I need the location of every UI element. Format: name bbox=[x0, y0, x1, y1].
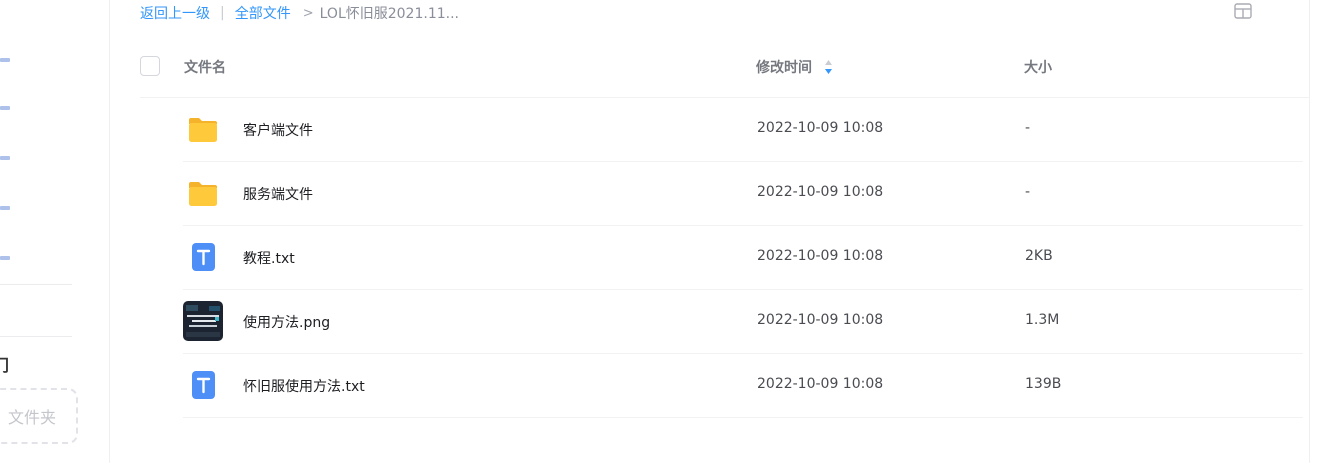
new-folder-button[interactable]: 文件夹 bbox=[0, 388, 78, 444]
file-name[interactable]: 怀旧服使用方法.txt bbox=[243, 376, 365, 396]
sidebar-item-fragment[interactable] bbox=[0, 206, 10, 210]
image-thumbnail bbox=[183, 301, 223, 341]
file-modified-time: 2022-10-09 10:08 bbox=[757, 312, 884, 328]
table-row[interactable]: 使用方法.png 2022-10-09 10:08 1.3M bbox=[183, 290, 1303, 354]
column-header-size[interactable]: 大小 bbox=[1024, 57, 1052, 77]
breadcrumb-current: LOL怀旧服2021.11... bbox=[319, 6, 459, 22]
folder-icon bbox=[189, 118, 217, 142]
file-name[interactable]: 使用方法.png bbox=[243, 312, 330, 332]
file-modified-time: 2022-10-09 10:08 bbox=[757, 120, 884, 136]
main-panel: 返回上一级 | 全部文件 > LOL怀旧服2021.11... 文件名 修改时间… bbox=[110, 0, 1310, 463]
txt-file-icon bbox=[192, 371, 215, 399]
breadcrumb-separator: | bbox=[220, 5, 225, 21]
table-row[interactable]: 服务端文件 2022-10-09 10:08 - bbox=[183, 162, 1303, 226]
sidebar-divider bbox=[0, 336, 72, 337]
table-row[interactable]: 教程.txt 2022-10-09 10:08 2KB bbox=[183, 226, 1303, 290]
file-size: - bbox=[1025, 120, 1031, 136]
table-row[interactable]: 怀旧服使用方法.txt 2022-10-09 10:08 139B bbox=[183, 354, 1303, 418]
file-modified-time: 2022-10-09 10:08 bbox=[757, 376, 884, 392]
file-size: 139B bbox=[1025, 376, 1062, 392]
folder-icon bbox=[189, 182, 217, 206]
breadcrumb-arrow-icon: > bbox=[302, 5, 314, 21]
file-modified-time: 2022-10-09 10:08 bbox=[757, 184, 884, 200]
view-toggle-icon[interactable] bbox=[1234, 3, 1252, 19]
file-size: 1.3M bbox=[1025, 312, 1060, 328]
back-link[interactable]: 返回上一级 bbox=[140, 3, 210, 23]
txt-file-icon bbox=[192, 243, 215, 271]
sidebar-item-fragment[interactable] bbox=[0, 256, 10, 260]
sort-icon[interactable] bbox=[824, 59, 833, 75]
column-header-modified[interactable]: 修改时间 bbox=[756, 57, 833, 77]
select-all-checkbox[interactable] bbox=[140, 56, 160, 76]
column-header-modified-label: 修改时间 bbox=[756, 60, 812, 76]
sidebar-item-fragment[interactable] bbox=[0, 156, 10, 160]
file-name[interactable]: 服务端文件 bbox=[243, 184, 313, 204]
sidebar: 门 文件夹 bbox=[0, 0, 110, 463]
file-manager-page: 门 文件夹 返回上一级 | 全部文件 > LOL怀旧服2021.11... 文件… bbox=[0, 0, 1322, 463]
file-modified-time: 2022-10-09 10:08 bbox=[757, 248, 884, 264]
sidebar-section-heading: 门 bbox=[0, 352, 9, 376]
table-header: 文件名 修改时间 大小 bbox=[140, 48, 1310, 98]
all-files-link[interactable]: 全部文件 bbox=[235, 3, 291, 23]
file-name[interactable]: 教程.txt bbox=[243, 248, 295, 268]
file-size: - bbox=[1025, 184, 1031, 200]
sidebar-item-fragment[interactable] bbox=[0, 58, 10, 62]
file-size: 2KB bbox=[1025, 248, 1053, 264]
sidebar-divider bbox=[0, 284, 72, 285]
breadcrumb: 返回上一级 | 全部文件 > LOL怀旧服2021.11... bbox=[140, 4, 459, 22]
new-folder-label: 文件夹 bbox=[7, 408, 56, 427]
table-row[interactable]: 客户端文件 2022-10-09 10:08 - bbox=[183, 98, 1303, 162]
column-header-name[interactable]: 文件名 bbox=[184, 57, 226, 77]
sidebar-item-fragment[interactable] bbox=[0, 106, 10, 110]
file-name[interactable]: 客户端文件 bbox=[243, 120, 313, 140]
